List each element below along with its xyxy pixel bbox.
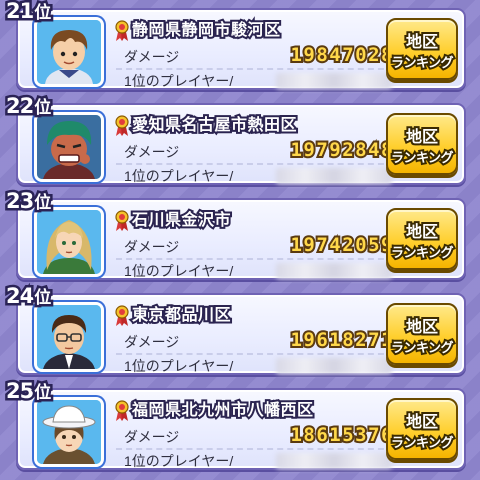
- region-ranking-button[interactable]: 地区 ランキング: [386, 18, 458, 80]
- medal-icon: [115, 305, 129, 326]
- damage-score: 19847028: [288, 42, 394, 68]
- ranking-card: 25位 福岡県北九州市八幡西区 ダメージ 18615376 1位のプレイヤー/ …: [3, 377, 466, 472]
- blurred-player-name: [276, 73, 392, 89]
- button-label-top: 地区: [404, 315, 440, 338]
- medal-icon: [115, 400, 129, 421]
- medal-icon: [115, 20, 129, 41]
- region-ranking-button[interactable]: 地区 ランキング: [386, 113, 458, 175]
- region-ranking-button[interactable]: 地区 ランキング: [386, 303, 458, 365]
- top-player-row: 1位のプレイヤー/: [116, 258, 394, 282]
- top-player-label: 1位のプレイヤー/: [124, 453, 234, 469]
- white-hat-girl-avatar-icon: [34, 397, 104, 467]
- region-ranking-button[interactable]: 地区 ランキング: [386, 208, 458, 270]
- top-player-row: 1位のプレイヤー/: [116, 353, 394, 377]
- top-player-label: 1位のプレイヤー/: [124, 358, 234, 374]
- damage-row: ダメージ 19847028: [116, 42, 394, 70]
- region-name: 東京都品川区: [130, 303, 233, 326]
- rank-number: 22位: [3, 92, 53, 121]
- glasses-man-avatar-icon: [34, 302, 104, 372]
- ranking-list: 21位 静岡県静岡市駿河区 ダメージ 19847028 1位のプレイヤー/ 地区…: [0, 0, 480, 480]
- blurred-player-name: [276, 168, 392, 184]
- damage-label: ダメージ: [124, 429, 180, 445]
- region-name: 愛知県名古屋市熱田区: [130, 113, 299, 136]
- rank-number: 25位: [3, 377, 53, 406]
- damage-score: 19742059: [288, 232, 394, 258]
- region-name: 静岡県静岡市駿河区: [130, 18, 282, 41]
- top-player-label: 1位のプレイヤー/: [124, 168, 234, 184]
- damage-row: ダメージ 18615376: [116, 422, 394, 450]
- blonde-long-hair-avatar-icon: [34, 207, 104, 277]
- rank-number: 21位: [3, 0, 53, 26]
- button-label-bottom: ランキング: [389, 339, 456, 358]
- damage-label: ダメージ: [124, 239, 180, 255]
- top-player-label: 1位のプレイヤー/: [124, 73, 234, 89]
- button-label-bottom: ランキング: [389, 244, 456, 263]
- blurred-player-name: [276, 263, 392, 279]
- ranking-card: 24位 東京都品川区 ダメージ 19618271 1位のプレイヤー/ 地区 ラン…: [3, 282, 466, 377]
- ranking-card: 22位 愛知県名古屋市熱田区 ダメージ 19792848 1位のプレイヤー/ 地…: [3, 92, 466, 187]
- top-player-row: 1位のプレイヤー/: [116, 163, 394, 187]
- medal-icon: [115, 115, 129, 136]
- boy-brown-hair-avatar-icon: [34, 17, 104, 87]
- medal-icon: [115, 210, 129, 231]
- damage-row: ダメージ 19742059: [116, 232, 394, 260]
- button-label-top: 地区: [404, 220, 440, 243]
- damage-score: 19618271: [288, 327, 394, 353]
- button-label-top: 地区: [404, 125, 440, 148]
- damage-label: ダメージ: [124, 144, 180, 160]
- damage-score: 19792848: [288, 137, 394, 163]
- damage-score: 18615376: [288, 422, 394, 448]
- damage-row: ダメージ 19618271: [116, 327, 394, 355]
- top-player-row: 1位のプレイヤー/: [116, 448, 394, 472]
- green-hair-grin-avatar-icon: [34, 112, 104, 182]
- damage-label: ダメージ: [124, 334, 180, 350]
- button-label-bottom: ランキング: [389, 434, 456, 453]
- button-label-top: 地区: [404, 410, 440, 433]
- button-label-bottom: ランキング: [389, 149, 456, 168]
- top-player-row: 1位のプレイヤー/: [116, 68, 394, 92]
- rank-number: 24位: [3, 282, 53, 311]
- blurred-player-name: [276, 453, 392, 469]
- ranking-card: 21位 静岡県静岡市駿河区 ダメージ 19847028 1位のプレイヤー/ 地区…: [3, 0, 466, 92]
- ranking-card: 23位 石川県金沢市 ダメージ 19742059 1位のプレイヤー/ 地区 ラン…: [3, 187, 466, 282]
- region-name: 石川県金沢市: [130, 208, 233, 231]
- blurred-player-name: [276, 358, 392, 374]
- button-label-bottom: ランキング: [389, 54, 456, 73]
- damage-row: ダメージ 19792848: [116, 137, 394, 165]
- region-ranking-button[interactable]: 地区 ランキング: [386, 398, 458, 460]
- damage-label: ダメージ: [124, 49, 180, 65]
- button-label-top: 地区: [404, 30, 440, 53]
- region-name: 福岡県北九州市八幡西区: [130, 398, 315, 421]
- rank-number: 23位: [3, 187, 53, 216]
- top-player-label: 1位のプレイヤー/: [124, 263, 234, 279]
